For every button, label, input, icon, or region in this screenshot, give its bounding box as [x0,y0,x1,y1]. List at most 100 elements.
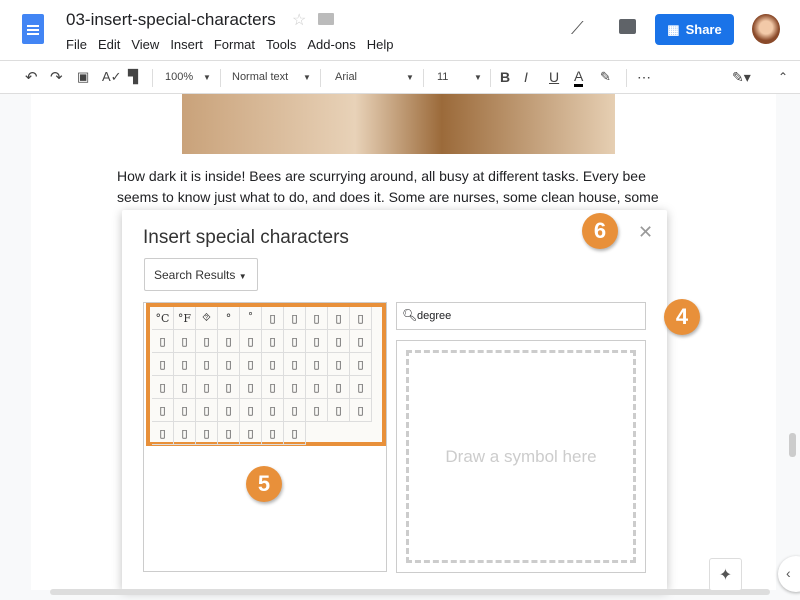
share-button[interactable]: ▦ Share [655,14,734,45]
character-cell[interactable]: ▯ [240,330,262,353]
activity-icon[interactable]: ⟋ [571,18,584,39]
character-cell[interactable]: ▯ [152,330,174,353]
character-cell[interactable]: ▯ [218,353,240,376]
character-cell[interactable]: ▯ [328,330,350,353]
zoom-select[interactable]: 100% [165,71,193,83]
character-cell[interactable]: ▯ [306,353,328,376]
character-cell[interactable]: ▯ [152,376,174,399]
avatar[interactable] [752,14,780,44]
character-cell[interactable]: ▯ [262,376,284,399]
draw-symbol-area[interactable]: Draw a symbol here [396,340,646,573]
search-input[interactable]: 🔍︎ degree [396,302,646,330]
bold-icon[interactable]: B [500,69,510,85]
character-cell[interactable]: ▯ [218,422,240,445]
character-cell[interactable]: ▯ [196,376,218,399]
character-cell[interactable]: ▯ [218,330,240,353]
menu-file[interactable]: File [66,37,87,52]
character-cell[interactable]: ▯ [350,376,372,399]
undo-icon[interactable]: ↶ [25,68,38,86]
character-cell[interactable]: ▯ [262,307,284,330]
callout-badge-5: 5 [246,466,282,502]
character-cell[interactable]: ▯ [196,353,218,376]
character-cell[interactable]: ⯑ [196,307,218,330]
menu-format[interactable]: Format [214,37,255,52]
side-panel-toggle[interactable]: ‹ [778,556,800,592]
character-cell[interactable]: ▯ [328,307,350,330]
character-cell[interactable]: ▯ [284,422,306,445]
menu-tools[interactable]: Tools [266,37,296,52]
character-cell[interactable]: ▯ [262,330,284,353]
character-cell[interactable]: ▯ [152,399,174,422]
document-title[interactable]: 03-insert-special-characters [66,10,276,30]
character-cell[interactable]: ▯ [284,330,306,353]
character-cell[interactable]: ▯ [350,353,372,376]
character-cell[interactable]: ▯ [262,399,284,422]
character-cell[interactable]: ▯ [196,399,218,422]
style-select[interactable]: Normal text [232,71,288,83]
print-icon[interactable]: ▣ [77,69,89,85]
explore-icon[interactable]: ✦ [709,558,742,591]
character-cell[interactable]: ▯ [218,399,240,422]
character-cell[interactable]: ° [218,307,240,330]
character-cell[interactable]: ▯ [262,422,284,445]
more-icon[interactable]: ⋯ [637,69,651,86]
font-select[interactable]: Arial [335,71,357,83]
editing-mode-icon[interactable]: ✎▾ [732,69,751,86]
character-cell[interactable]: ▯ [350,399,372,422]
close-icon[interactable]: ✕ [638,222,653,243]
character-cell[interactable]: ▯ [174,353,196,376]
character-cell[interactable]: ▯ [174,376,196,399]
character-cell[interactable]: ▯ [218,376,240,399]
highlight-icon[interactable]: ✎ [600,69,611,85]
menu-edit[interactable]: Edit [98,37,120,52]
category-select[interactable]: Search Results ▼ [144,258,258,291]
font-size-select[interactable]: 11 [437,71,448,83]
character-cell[interactable]: ▯ [306,330,328,353]
character-cell[interactable]: ▯ [284,399,306,422]
paint-format-icon[interactable]: ▜ [128,69,138,85]
character-cell[interactable]: ▯ [350,307,372,330]
character-cell[interactable]: ▯ [152,422,174,445]
character-cell[interactable]: ▯ [174,330,196,353]
character-cell[interactable]: ▯ [174,422,196,445]
star-icon[interactable]: ☆ [292,10,306,30]
underline-icon[interactable]: U [549,69,559,85]
character-cell[interactable]: ˚ [240,307,262,330]
character-cell[interactable]: ▯ [328,376,350,399]
collapse-icon[interactable]: ⌃ [778,70,788,84]
text-color-icon[interactable]: A [574,68,584,87]
chevron-down-icon: ▼ [238,272,247,281]
menu-view[interactable]: View [131,37,159,52]
character-cell[interactable]: ▯ [240,399,262,422]
character-cell[interactable]: ▯ [196,422,218,445]
character-cell[interactable]: ▯ [284,353,306,376]
character-cell[interactable]: ▯ [306,376,328,399]
menu-help[interactable]: Help [367,37,394,52]
menu-insert[interactable]: Insert [170,37,203,52]
docs-logo-icon[interactable] [22,14,44,44]
horizontal-scrollbar[interactable] [50,589,770,595]
character-cell[interactable]: ▯ [306,399,328,422]
character-cell[interactable]: ▯ [240,376,262,399]
character-cell[interactable]: ▯ [174,399,196,422]
character-cell[interactable]: °C [152,307,174,330]
character-cell[interactable]: ▯ [328,353,350,376]
italic-icon[interactable]: I [524,69,528,85]
character-cell[interactable]: ▯ [196,330,218,353]
menu-addons[interactable]: Add-ons [307,37,355,52]
character-cell[interactable]: ▯ [240,422,262,445]
spellcheck-icon[interactable]: A✓ [102,69,122,85]
folder-icon[interactable] [318,13,334,25]
character-cell[interactable]: ▯ [350,330,372,353]
comments-icon[interactable] [619,19,636,34]
character-cell[interactable]: °F [174,307,196,330]
character-cell[interactable]: ▯ [262,353,284,376]
character-cell[interactable]: ▯ [284,307,306,330]
character-cell[interactable]: ▯ [240,353,262,376]
character-cell[interactable]: ▯ [306,307,328,330]
vertical-scrollbar[interactable] [789,433,796,457]
character-cell[interactable]: ▯ [152,353,174,376]
character-cell[interactable]: ▯ [328,399,350,422]
redo-icon[interactable]: ↷ [50,68,63,86]
character-cell[interactable]: ▯ [284,376,306,399]
